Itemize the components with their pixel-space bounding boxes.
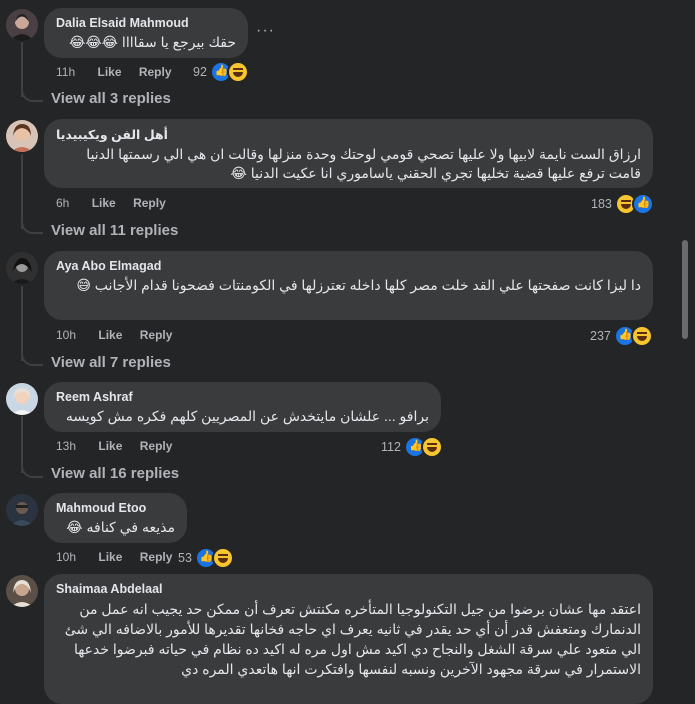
haha-reaction-icon [211,547,234,569]
reaction-count: 92 [193,65,207,79]
comment-actions: 10h Like Reply [56,328,186,342]
reply-button[interactable]: Reply [140,550,173,564]
reaction-summary[interactable]: 92 [193,61,249,83]
like-button[interactable]: Like [98,328,122,342]
like-reaction-icon [631,193,654,215]
comment-time: 13h [56,439,77,453]
comment-time: 10h [56,328,77,342]
comment-author[interactable]: Mahmoud Etoo [56,501,175,515]
view-replies-link[interactable]: View all 7 replies [51,354,171,371]
haha-reaction-icon [630,325,653,347]
comment-bubble: أهل الفن ويكيبيديا ارزاق الست نايمة لابي… [44,119,653,188]
avatar[interactable] [6,383,38,415]
comment-bubble: Dalia Elsaid Mahmoud حقك بيرجع يا سقاااا… [44,8,248,58]
comment-text: مذيعه في كنافه 😂 [66,519,175,535]
thread-curve [21,352,43,366]
comment-text: اعتقد مها عشان برضوا من جيل التكنولوجيا … [64,601,641,677]
reaction-summary[interactable]: 183 [591,193,654,215]
comment-actions: 6h Like Reply [56,196,180,210]
comment-author[interactable]: Reem Ashraf [56,390,429,404]
more-options-icon[interactable]: ··· [256,22,275,40]
like-button[interactable]: Like [92,196,116,210]
reply-button[interactable]: Reply [140,328,173,342]
like-button[interactable]: Like [98,439,122,453]
avatar[interactable] [6,9,38,41]
comment-bubble: Reem Ashraf برافو ... علشان مايتخدش عن ا… [44,382,441,432]
comment-text: ارزاق الست نايمة لابيها ولا عليها تصحي ق… [86,146,641,181]
reaction-summary[interactable]: 53 [178,547,234,569]
thread-line [21,154,23,229]
comment-actions: 13h Like Reply [56,439,186,453]
comment-text: حقك بيرجع يا سقاااا 😂😂😂 [68,34,236,50]
comment-bubble: Mahmoud Etoo مذيعه في كنافه 😂 [44,493,187,543]
comment-time: 6h [56,196,70,210]
view-replies-link[interactable]: View all 16 replies [51,465,179,482]
comment-time: 11h [56,65,76,79]
comment-author[interactable]: Shaimaa Abdelaal [56,582,641,596]
reaction-count: 53 [178,551,192,565]
thread-line [21,286,23,361]
thread-curve [21,464,43,478]
reaction-count: 183 [591,197,612,211]
comment-actions: 10h Like Reply [56,550,186,564]
haha-reaction-icon [420,436,443,458]
comment-bubble: Aya Abo Elmagad دا ليزا كانت صفحتها علي … [44,251,653,320]
reply-button[interactable]: Reply [139,65,172,79]
like-button[interactable]: Like [98,550,122,564]
scrollbar-thumb[interactable] [682,240,688,339]
comment-author[interactable]: Dalia Elsaid Mahmoud [56,16,236,30]
avatar[interactable] [6,120,38,152]
comment-author[interactable]: أهل الفن ويكيبيديا [56,127,641,142]
reaction-summary[interactable]: 112 [381,436,443,458]
avatar[interactable] [6,252,38,284]
like-button[interactable]: Like [97,65,121,79]
avatar[interactable] [6,575,38,607]
comment-text: برافو ... علشان مايتخدش عن المصريين كلهم… [65,408,429,424]
avatar[interactable] [6,494,38,526]
reaction-count: 237 [590,329,611,343]
reaction-summary[interactable]: 237 [590,325,653,347]
comment-author[interactable]: Aya Abo Elmagad [56,259,641,273]
thread-curve [21,220,43,234]
view-replies-link[interactable]: View all 11 replies [51,222,178,239]
comment-text: دا ليزا كانت صفحتها علي القد خلت مصر كله… [76,277,641,293]
comment-time: 10h [56,550,77,564]
reply-button[interactable]: Reply [133,196,166,210]
reaction-count: 112 [381,440,401,454]
comment-actions: 11h Like Reply [56,65,186,79]
view-replies-link[interactable]: View all 3 replies [51,90,171,107]
comment-bubble: Shaimaa Abdelaal اعتقد مها عشان برضوا من… [44,574,653,704]
haha-reaction-icon [226,61,249,83]
thread-curve [21,88,43,102]
reply-button[interactable]: Reply [140,439,173,453]
